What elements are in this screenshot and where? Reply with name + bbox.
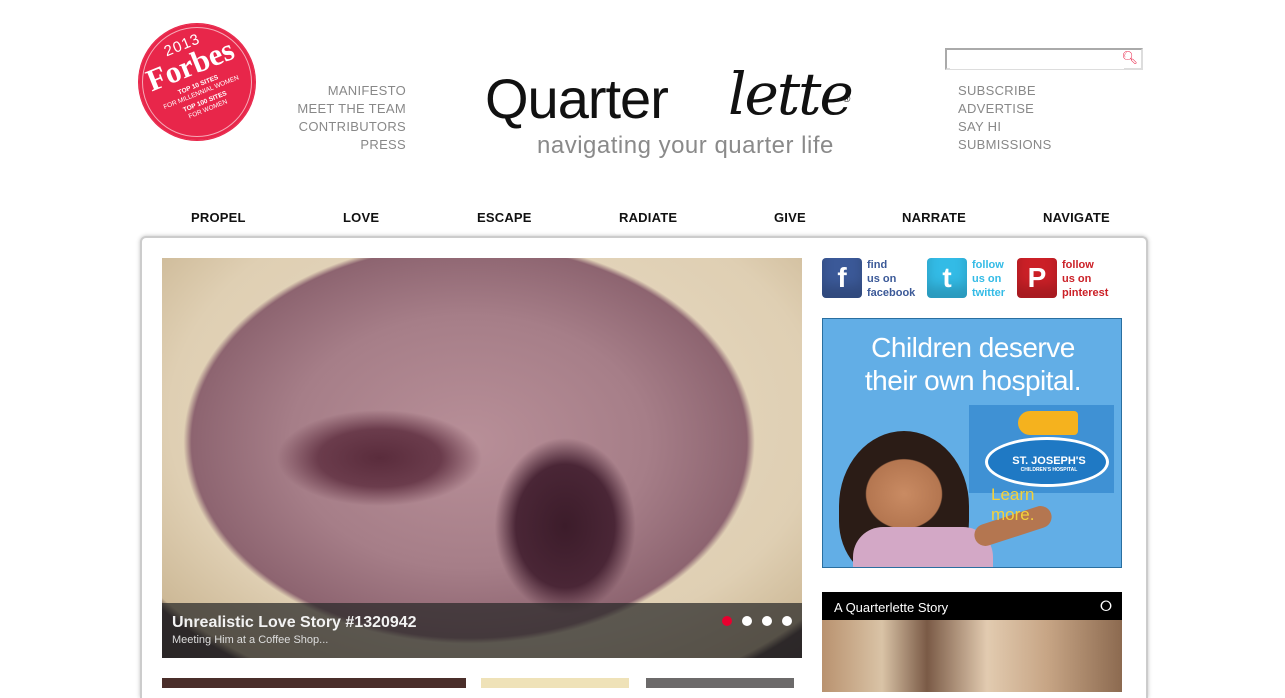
pinterest-text: follow us on pinterest (1062, 258, 1108, 300)
right-utility-menu: SUBSCRIBE ADVERTISE SAY HI SUBMISSIONS (958, 82, 1108, 154)
social-text: us on (972, 273, 1002, 285)
menu-link-submissions[interactable]: SUBMISSIONS (958, 136, 1108, 154)
main-nav: PROPEL LOVE ESCAPE RADIATE GIVE NARRATE … (140, 210, 1144, 230)
search-input[interactable] (950, 51, 1124, 69)
hospital-name-text: ST. JOSEPH'S (1012, 455, 1086, 467)
nav-give[interactable]: GIVE (774, 210, 806, 225)
slide-image[interactable] (162, 258, 802, 658)
facebook-icon: f (822, 258, 862, 298)
article-thumbnail[interactable] (481, 678, 629, 688)
menu-link-say-hi[interactable]: SAY HI (958, 118, 1108, 136)
share-icon[interactable]: ⭘︎ (1100, 598, 1112, 615)
hospital-sub-text: CHILDREN'S HOSPITAL (1020, 467, 1078, 473)
search-box: 🔍︎ (945, 48, 1143, 70)
nav-escape[interactable]: ESCAPE (477, 210, 532, 225)
slider-dot[interactable] (762, 616, 772, 626)
menu-link-contributors[interactable]: CONTRIBUTORS (280, 118, 406, 136)
left-utility-menu: MANIFESTO MEET THE TEAM CONTRIBUTORS PRE… (280, 82, 406, 154)
site-logo[interactable]: Quarter lette ® navigating your quarter … (485, 60, 875, 162)
slide-title[interactable]: Unrealistic Love Story #1320942 (172, 614, 417, 632)
ad-learn-more[interactable]: Learn more. (991, 485, 1034, 525)
ad-cta-line: Learn (991, 485, 1035, 504)
slider-dot[interactable] (782, 616, 792, 626)
menu-link-subscribe[interactable]: SUBSCRIBE (958, 82, 1108, 100)
menu-link-press[interactable]: PRESS (280, 136, 406, 154)
facebook-text: find us on facebook (867, 258, 915, 300)
registered-mark: ® (843, 94, 851, 105)
video-thumbnail[interactable] (822, 620, 1122, 692)
social-text: follow (1062, 259, 1094, 271)
site-tagline: navigating your quarter life (537, 132, 834, 159)
facebook-link[interactable]: f find us on facebook (822, 258, 922, 300)
menu-link-meet-the-team[interactable]: MEET THE TEAM (280, 100, 406, 118)
pinterest-link[interactable]: P follow us on pinterest (1017, 258, 1122, 300)
featured-slider[interactable]: Unrealistic Love Story #1320942 Meeting … (162, 258, 802, 658)
article-thumbnail[interactable] (162, 678, 466, 688)
social-text: us on (867, 273, 897, 285)
twitter-link[interactable]: t follow us on twitter (927, 258, 1017, 300)
nav-radiate[interactable]: RADIATE (619, 210, 677, 225)
social-text: us on (1062, 273, 1092, 285)
slide-caption: Unrealistic Love Story #1320942 Meeting … (162, 603, 802, 658)
story-title[interactable]: A Quarterlette Story (834, 600, 948, 615)
slider-dot[interactable] (722, 616, 732, 626)
ad-cta-line: more. (991, 505, 1035, 524)
social-text: twitter (972, 287, 1005, 299)
ad-headline: Children deserve their own hospital. (823, 331, 1121, 397)
slider-pagination (712, 613, 792, 631)
slide-subtitle: Meeting Him at a Coffee Shop... (172, 634, 329, 646)
nav-love[interactable]: LOVE (343, 210, 379, 225)
ad-headline-line: their own hospital. (864, 365, 1082, 396)
twitter-text: follow us on twitter (972, 258, 1005, 300)
advertisement-banner[interactable]: Children deserve their own hospital. ST.… (822, 318, 1122, 568)
slider-dot[interactable] (742, 616, 752, 626)
child-shirt (853, 527, 993, 567)
twitter-icon: t (927, 258, 967, 298)
ad-headline-line: Children deserve (871, 332, 1075, 363)
story-video-widget[interactable]: A Quarterlette Story ⭘︎ (822, 592, 1122, 692)
nav-narrate[interactable]: NARRATE (902, 210, 966, 225)
social-text: find (867, 259, 888, 271)
logo-text-lette: lette (728, 60, 854, 128)
forbes-badge[interactable]: 2013 Forbes TOP 10 SITES FOR MILLENNIAL … (139, 24, 255, 140)
pinterest-icon: P (1017, 258, 1057, 298)
menu-link-manifesto[interactable]: MANIFESTO (280, 82, 406, 100)
nav-navigate[interactable]: NAVIGATE (1043, 210, 1110, 225)
logo-text-quarter: Quarter (485, 67, 669, 130)
social-text: facebook (867, 287, 916, 299)
social-text: pinterest (1062, 287, 1109, 299)
airplane-icon (1018, 411, 1078, 435)
nav-propel[interactable]: PROPEL (191, 210, 246, 225)
social-text: follow (972, 259, 1004, 271)
hospital-name: ST. JOSEPH'S CHILDREN'S HOSPITAL (989, 455, 1109, 473)
search-icon[interactable]: 🔍︎ (1121, 50, 1138, 66)
menu-link-advertise[interactable]: ADVERTISE (958, 100, 1108, 118)
article-thumbnail[interactable] (646, 678, 794, 688)
